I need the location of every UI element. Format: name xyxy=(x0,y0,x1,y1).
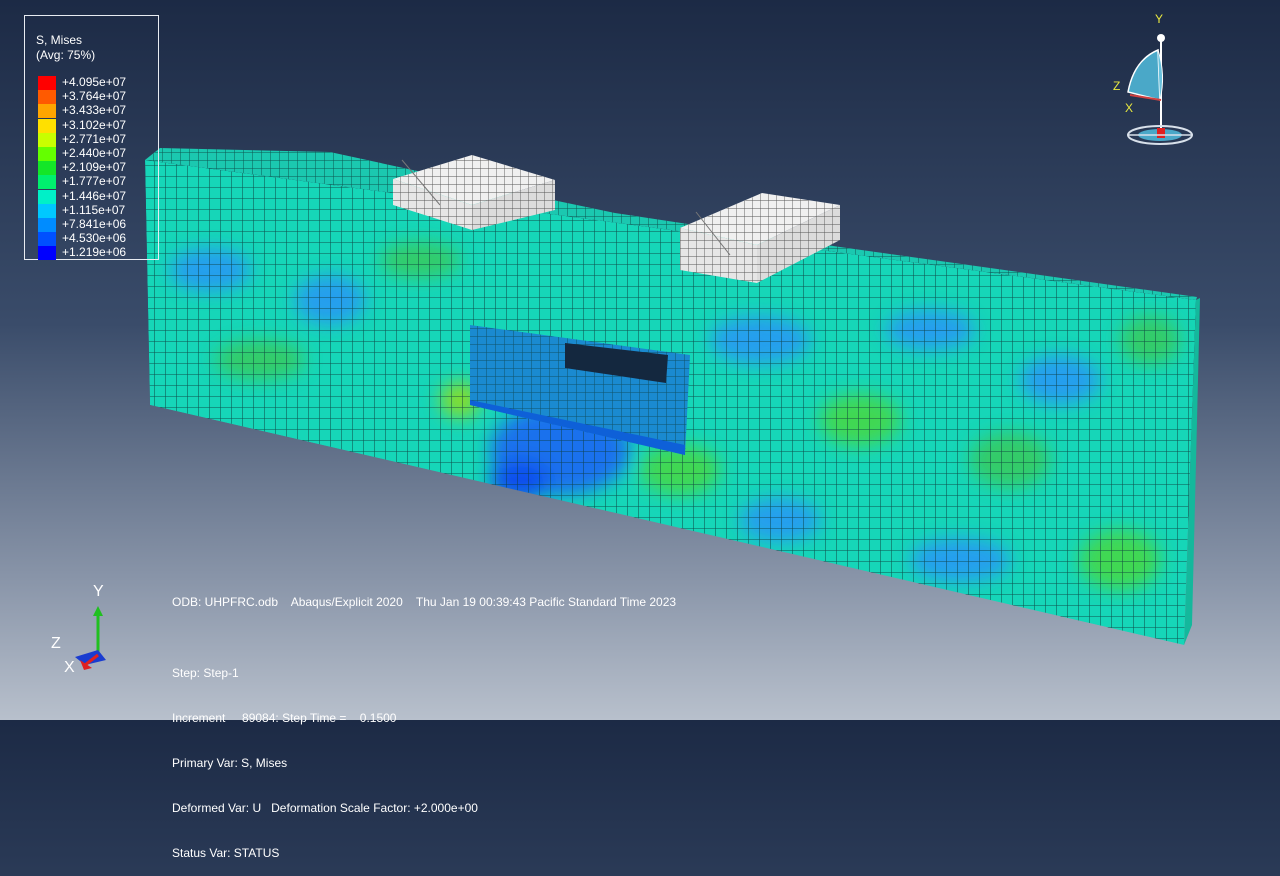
legend-swatch xyxy=(38,147,56,161)
legend-swatch xyxy=(38,203,56,218)
model-viewport[interactable] xyxy=(0,0,1280,720)
legend-value-label: +3.102e+07 xyxy=(62,117,127,132)
legend-swatch xyxy=(38,104,56,119)
view-axis-y-label: Y xyxy=(1155,12,1164,26)
legend-swatch xyxy=(38,232,56,247)
axis-x-label: X xyxy=(64,659,75,676)
legend-swatch xyxy=(38,189,56,204)
contour-legend[interactable]: S, Mises (Avg: 75%) +4.095e+07 +3.764e+07… xyxy=(24,15,159,261)
legend-swatch xyxy=(38,76,56,90)
legend-value-label: +2.440e+07 xyxy=(62,146,127,160)
view-orientation-triad[interactable] xyxy=(1127,34,1193,145)
legend-value-label: +2.771e+07 xyxy=(62,131,127,146)
axis-z-label: Z xyxy=(51,635,61,652)
legend-value-label: +4.095e+07 xyxy=(62,75,127,89)
legend-swatch xyxy=(38,175,56,190)
legend-value-label: +3.433e+07 xyxy=(62,103,127,118)
legend-swatch xyxy=(38,90,56,105)
legend-title: S, Mises xyxy=(36,33,83,47)
legend-value-label: +3.764e+07 xyxy=(62,89,127,104)
legend-value-label: +1.219e+06 xyxy=(62,245,127,260)
increment-label: Increment 89084: Step Time = 0.1500 xyxy=(172,711,397,725)
legend-value-label: +2.109e+07 xyxy=(62,160,127,175)
legend-swatch xyxy=(38,161,56,176)
legend-swatch xyxy=(38,246,56,261)
view-axis-x-label: X xyxy=(1125,101,1134,115)
legend-value-label: +1.115e+07 xyxy=(62,202,126,217)
step-label: Step: Step-1 xyxy=(172,666,239,680)
status-var-label: Status Var: STATUS xyxy=(172,846,280,860)
legend-subtitle: (Avg: 75%) xyxy=(36,48,96,62)
view-axis-z-label: Z xyxy=(1113,79,1121,93)
legend-value-label: +1.446e+07 xyxy=(62,188,127,203)
legend-swatch xyxy=(38,118,56,133)
global-axes-triad xyxy=(75,606,106,670)
legend-value-label: +7.841e+06 xyxy=(62,217,127,231)
step-info-block: Step: Step-1 Increment 89084: Step Time … xyxy=(172,636,478,876)
legend-value-label: +4.530e+06 xyxy=(62,231,127,246)
legend-swatch xyxy=(38,132,56,147)
deformed-var-label: Deformed Var: U Deformation Scale Factor… xyxy=(172,801,478,815)
axis-y-label: Y xyxy=(93,583,104,600)
legend-swatch xyxy=(38,218,56,232)
odb-info-line: ODB: UHPFRC.odb Abaqus/Explicit 2020 Thu… xyxy=(172,595,677,609)
legend-value-label: +1.777e+07 xyxy=(62,174,127,189)
primary-var-label: Primary Var: S, Mises xyxy=(172,756,288,770)
